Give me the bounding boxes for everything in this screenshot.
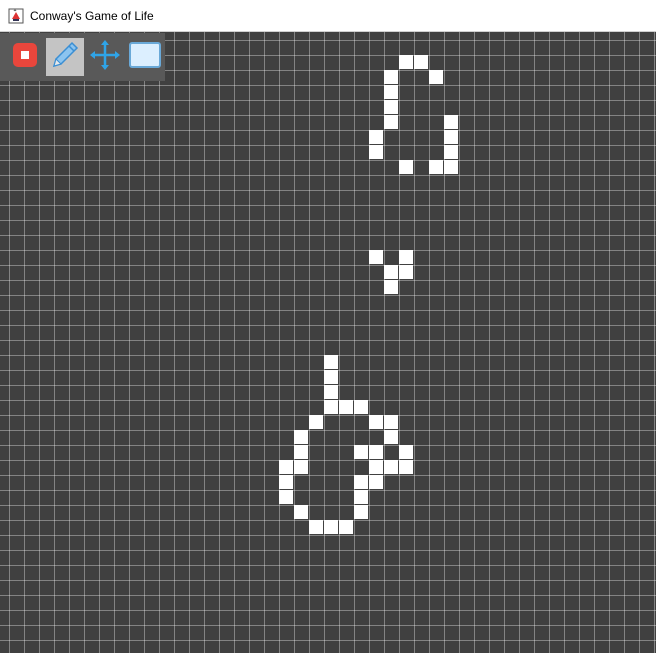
live-cell[interactable] (354, 490, 368, 504)
live-cell[interactable] (294, 445, 308, 459)
live-cell[interactable] (399, 265, 413, 279)
live-cell[interactable] (369, 475, 383, 489)
live-cell[interactable] (354, 400, 368, 414)
live-cell[interactable] (354, 475, 368, 489)
java-cup-icon (8, 8, 24, 24)
live-cell[interactable] (384, 280, 398, 294)
live-cell[interactable] (399, 55, 413, 69)
draw-tool-button[interactable] (46, 38, 84, 76)
live-cell[interactable] (384, 265, 398, 279)
toolbar (0, 33, 165, 81)
live-cell[interactable] (384, 70, 398, 84)
live-cell[interactable] (384, 115, 398, 129)
live-cell[interactable] (324, 370, 338, 384)
live-cell[interactable] (414, 55, 428, 69)
live-cell[interactable] (399, 460, 413, 474)
live-cell[interactable] (429, 160, 443, 174)
live-cell[interactable] (384, 100, 398, 114)
live-cell[interactable] (279, 460, 293, 474)
live-cell[interactable] (444, 145, 458, 159)
live-cell[interactable] (444, 115, 458, 129)
live-cell[interactable] (354, 505, 368, 519)
pencil-icon (48, 38, 82, 77)
pan-tool-button[interactable] (86, 38, 124, 76)
title-bar: Conway's Game of Life (0, 0, 656, 32)
live-cell[interactable] (399, 445, 413, 459)
select-tool-button[interactable] (126, 38, 164, 76)
live-cell[interactable] (384, 85, 398, 99)
live-cell[interactable] (324, 385, 338, 399)
stop-icon (12, 42, 38, 73)
live-cell[interactable] (429, 70, 443, 84)
live-cell[interactable] (339, 400, 353, 414)
live-cell[interactable] (399, 250, 413, 264)
selection-rectangle-icon (128, 41, 162, 74)
live-cell[interactable] (279, 490, 293, 504)
live-cell[interactable] (369, 145, 383, 159)
move-arrows-icon (89, 39, 121, 76)
live-cell[interactable] (354, 445, 368, 459)
live-cell[interactable] (339, 520, 353, 534)
app-window: Conway's Game of Life (0, 0, 656, 653)
live-cell[interactable] (384, 415, 398, 429)
life-grid-board[interactable] (0, 32, 656, 653)
live-cell[interactable] (369, 460, 383, 474)
live-cell[interactable] (444, 130, 458, 144)
live-cell[interactable] (294, 505, 308, 519)
live-cell[interactable] (324, 520, 338, 534)
live-cell[interactable] (369, 130, 383, 144)
live-cell[interactable] (309, 415, 323, 429)
live-cell[interactable] (309, 520, 323, 534)
live-cell[interactable] (384, 430, 398, 444)
live-cell[interactable] (294, 430, 308, 444)
live-cell[interactable] (324, 400, 338, 414)
live-cell[interactable] (294, 460, 308, 474)
live-cell[interactable] (324, 355, 338, 369)
stop-button[interactable] (6, 38, 44, 76)
live-cell[interactable] (444, 160, 458, 174)
live-cell[interactable] (384, 460, 398, 474)
window-title: Conway's Game of Life (30, 8, 154, 23)
live-cell[interactable] (369, 415, 383, 429)
live-cell[interactable] (279, 475, 293, 489)
live-cell[interactable] (369, 445, 383, 459)
live-cell[interactable] (399, 160, 413, 174)
live-cell[interactable] (369, 250, 383, 264)
